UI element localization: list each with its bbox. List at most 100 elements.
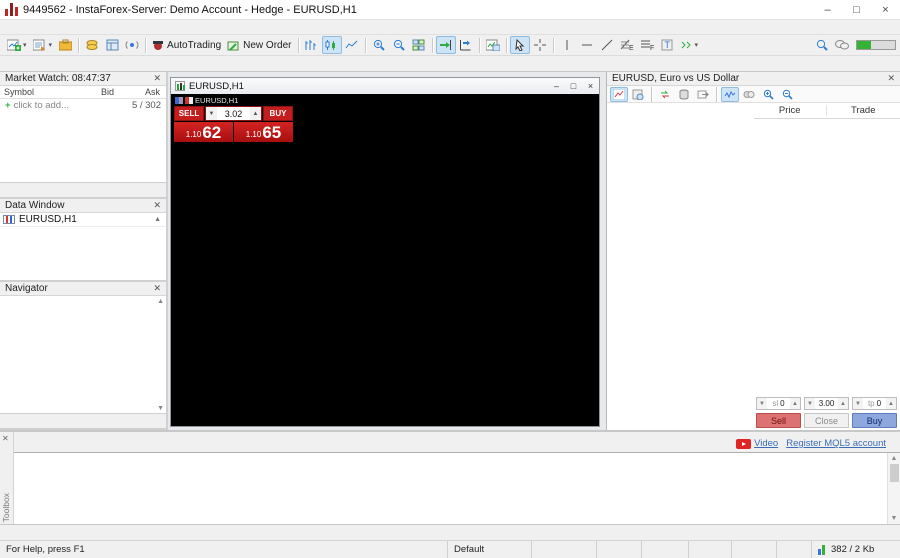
one-click-header[interactable]: EURUSD,H1 — [174, 95, 293, 106]
chat-icon[interactable] — [832, 36, 852, 54]
video-link[interactable]: Video — [754, 438, 778, 449]
signals-scrollbar[interactable]: ▲ ▼ — [887, 453, 900, 524]
register-mql5-link[interactable]: Register MQL5 account — [786, 438, 886, 449]
data-window-button[interactable] — [102, 36, 122, 54]
dom-volume-up-icon[interactable]: ▲ — [838, 398, 848, 409]
data-window-close-icon[interactable]: ✕ — [151, 200, 163, 211]
chart-close-button[interactable]: × — [582, 79, 599, 93]
add-symbol-icon: + — [0, 100, 14, 111]
dom-volume-value[interactable]: 3.00 — [819, 399, 835, 408]
chart-shift-button[interactable] — [456, 36, 476, 54]
dom-sell-button[interactable]: Sell — [756, 413, 801, 428]
zoom-in-button[interactable] — [369, 36, 389, 54]
status-cell — [777, 541, 812, 558]
buy-price[interactable]: 1.1065 — [234, 122, 293, 142]
chart-canvas[interactable]: EURUSD,H1 SELL ▼ 3.02 ▲ BUY 1.1062 — [171, 94, 599, 426]
sell-price[interactable]: 1.1062 — [174, 122, 233, 142]
one-click-icon — [175, 97, 183, 104]
cursor-tool-button[interactable] — [510, 36, 530, 54]
objects-tool-button[interactable]: ▾ — [677, 36, 702, 54]
crosshair-tool-button[interactable] — [530, 36, 550, 54]
svg-text:F: F — [650, 45, 654, 51]
buy-button[interactable]: BUY — [263, 106, 293, 121]
take-profit-stepper: ▼tp0▲ — [852, 397, 897, 410]
dom-refresh-icon[interactable] — [656, 87, 674, 102]
dom-zoom-out-icon[interactable] — [778, 87, 796, 102]
text-tool-button[interactable]: T — [657, 36, 677, 54]
dom-zoom-in-icon[interactable] — [759, 87, 777, 102]
bar-chart-mode-button[interactable] — [302, 36, 322, 54]
horizontal-line-tool-button[interactable] — [577, 36, 597, 54]
trendline-tool-button[interactable] — [597, 36, 617, 54]
zoom-out-button[interactable] — [389, 36, 409, 54]
navigator-button[interactable] — [122, 36, 142, 54]
status-profile[interactable]: Default — [448, 541, 532, 558]
chart-window-titlebar[interactable]: EURUSD,H1 – □ × — [171, 78, 599, 94]
scroll-up-icon[interactable]: ▲ — [154, 216, 163, 223]
tile-windows-button[interactable] — [409, 36, 429, 54]
status-traffic: 382 / 2 Kb — [812, 541, 900, 558]
data-window-symbol-row: EURUSD,H1 ▲ — [0, 213, 166, 227]
scrollbar-down-icon[interactable]: ▼ — [891, 515, 898, 522]
profiles-button[interactable]: ▾ — [30, 36, 56, 54]
volume-value[interactable]: 3.02 — [217, 107, 250, 120]
search-icon[interactable] — [812, 36, 832, 54]
sl-down-icon[interactable]: ▼ — [757, 398, 767, 409]
new-chart-button[interactable]: ▾ — [4, 36, 30, 54]
navigator-title: Navigator — [5, 283, 48, 294]
dom-title: EURUSD, Euro vs US Dollar — [612, 73, 739, 84]
chart-maximize-button[interactable]: □ — [565, 79, 582, 93]
window-maximize-button[interactable]: □ — [842, 0, 871, 19]
dom-controls: ▼sl0▲ ▼3.00▲ ▼tp0▲ Sell Close Buy — [756, 397, 897, 428]
dom-chart-mode-icon[interactable] — [610, 87, 628, 102]
market-watch-panel: Market Watch: 08:47:37✕ SymbolBidAsk + c… — [0, 72, 166, 199]
dom-transfer-icon[interactable] — [694, 87, 712, 102]
market-watch-close-icon[interactable]: ✕ — [151, 73, 163, 84]
candlestick-mode-button[interactable] — [322, 36, 342, 54]
market-watch-add-row[interactable]: + click to add... 5 / 302 — [0, 99, 166, 111]
vertical-line-tool-button[interactable] — [557, 36, 577, 54]
sl-value[interactable]: 0 — [780, 399, 784, 408]
dom-buy-button[interactable]: Buy — [852, 413, 897, 428]
new-order-button[interactable]: New Order — [224, 36, 294, 54]
window-minimize-button[interactable]: – — [813, 0, 842, 19]
market-watch-title: Market Watch: 08:47:37 — [5, 73, 111, 84]
tp-down-icon[interactable]: ▼ — [853, 398, 863, 409]
strategy-tester-button[interactable] — [483, 36, 503, 54]
scrollbar-thumb[interactable] — [890, 464, 899, 482]
toolbox-strip: ✕ Toolbox — [0, 432, 14, 524]
dom-depth-icon[interactable] — [675, 87, 693, 102]
fibonacci-tool-button[interactable]: E — [617, 36, 637, 54]
dom-close-icon[interactable]: ✕ — [885, 73, 897, 84]
dom-ticks-icon[interactable] — [721, 87, 739, 102]
volume-up-icon[interactable]: ▲ — [250, 107, 261, 120]
line-chart-mode-button[interactable] — [342, 36, 362, 54]
autotrading-button[interactable]: AutoTrading — [149, 36, 224, 54]
navigator-close-icon[interactable]: ✕ — [151, 283, 163, 294]
toolbox-close-icon[interactable]: ✕ — [2, 434, 9, 443]
toolbox-toggle-button[interactable] — [55, 36, 75, 54]
window-close-button[interactable]: × — [871, 0, 900, 19]
volume-down-icon[interactable]: ▼ — [206, 107, 217, 120]
auto-scroll-button[interactable] — [436, 36, 456, 54]
app-logo-icon — [5, 3, 18, 16]
chart-minimize-button[interactable]: – — [548, 79, 565, 93]
dom-volume-down-icon[interactable]: ▼ — [805, 398, 815, 409]
tp-value[interactable]: 0 — [877, 399, 881, 408]
market-watch-button[interactable] — [82, 36, 102, 54]
sell-button[interactable]: SELL — [174, 106, 204, 121]
status-cell — [532, 541, 597, 558]
tree-scroll-up-icon[interactable]: ▲ — [157, 298, 164, 305]
fibo-lines-tool-button[interactable]: F — [637, 36, 657, 54]
volume-stepper: ▼ 3.02 ▲ — [205, 106, 262, 121]
dom-close-button[interactable]: Close — [804, 413, 849, 428]
title-bar: 9449562 - InstaForex-Server: Demo Accoun… — [0, 0, 900, 20]
sl-up-icon[interactable]: ▲ — [790, 398, 800, 409]
navigator-panel: Navigator ✕ ▲ ▼ — [0, 282, 166, 430]
dom-grouping-icon[interactable] — [740, 87, 758, 102]
dom-orders-icon[interactable] — [629, 87, 647, 102]
tp-up-icon[interactable]: ▲ — [886, 398, 896, 409]
tree-scroll-down-icon[interactable]: ▼ — [157, 405, 164, 412]
scrollbar-up-icon[interactable]: ▲ — [891, 455, 898, 462]
traffic-icon — [818, 545, 827, 555]
